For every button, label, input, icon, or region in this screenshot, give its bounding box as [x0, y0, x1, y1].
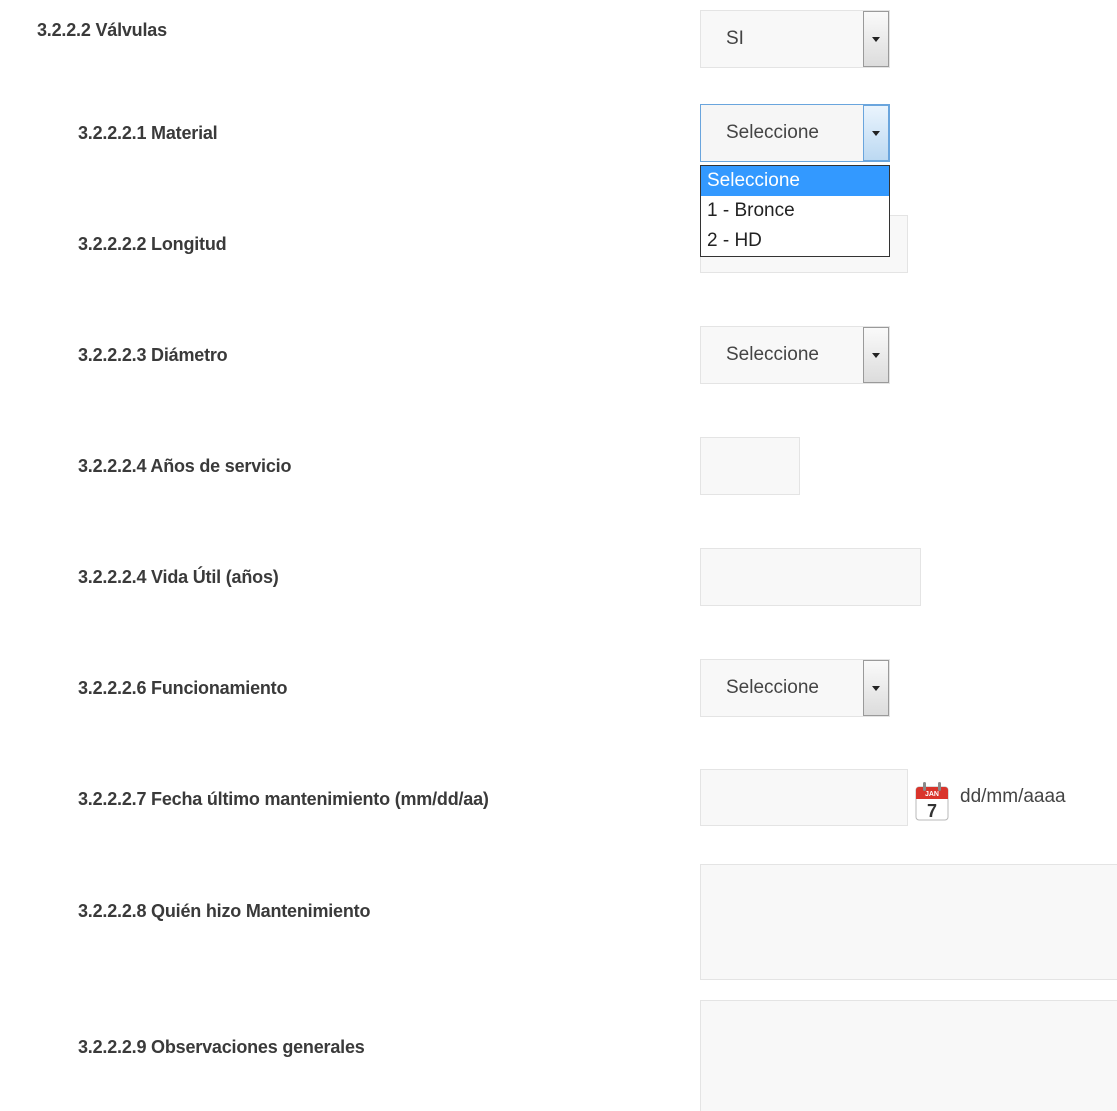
observaciones-label: 3.2.2.2.9 Observaciones generales	[78, 1037, 365, 1057]
option-bronce[interactable]: 1 - Bronce	[701, 196, 889, 226]
material-dropdown-list[interactable]: Seleccione 1 - Bronce 2 - HD	[700, 165, 890, 257]
diametro-select[interactable]: Seleccione	[700, 326, 890, 384]
option-hd[interactable]: 2 - HD	[701, 226, 889, 256]
chevron-down-icon[interactable]	[863, 327, 889, 383]
anos-servicio-label: 3.2.2.2.4 Años de servicio	[78, 456, 292, 476]
funcionamiento-label: 3.2.2.2.6 Funcionamiento	[78, 678, 288, 698]
vida-util-input[interactable]	[700, 548, 921, 606]
chevron-down-icon[interactable]	[863, 660, 889, 716]
calendar-day: 7	[927, 801, 937, 821]
funcionamiento-select[interactable]: Seleccione	[700, 659, 890, 717]
calendar-month: JAN	[925, 791, 939, 798]
fecha-input[interactable]	[700, 769, 908, 826]
diametro-label: 3.2.2.2.3 Diámetro	[78, 345, 228, 365]
quien-textarea[interactable]	[700, 864, 1117, 980]
material-select[interactable]: Seleccione	[700, 104, 890, 162]
material-label: 3.2.2.2.1 Material	[78, 123, 218, 143]
valvulas-select-value: SI	[726, 28, 744, 49]
chevron-down-icon[interactable]	[863, 105, 889, 161]
observaciones-textarea[interactable]	[700, 1000, 1117, 1111]
valvulas-select[interactable]: SI	[700, 10, 890, 68]
fecha-format-hint: dd/mm/aaaa	[960, 786, 1066, 807]
diametro-select-value: Seleccione	[726, 344, 819, 365]
section-label-valvulas: 3.2.2.2 Válvulas	[37, 20, 167, 40]
option-seleccione[interactable]: Seleccione	[701, 166, 889, 196]
longitud-label: 3.2.2.2.2 Longitud	[78, 234, 227, 254]
quien-label: 3.2.2.2.8 Quién hizo Mantenimiento	[78, 901, 371, 921]
chevron-down-icon[interactable]	[863, 11, 889, 67]
anos-servicio-input[interactable]	[700, 437, 800, 495]
calendar-icon[interactable]: JAN 7	[915, 781, 949, 821]
vida-util-label: 3.2.2.2.4 Vida Útil (años)	[78, 567, 279, 587]
funcionamiento-select-value: Seleccione	[726, 677, 819, 698]
fecha-label: 3.2.2.2.7 Fecha último mantenimiento (mm…	[78, 789, 489, 809]
material-select-value: Seleccione	[726, 122, 819, 143]
